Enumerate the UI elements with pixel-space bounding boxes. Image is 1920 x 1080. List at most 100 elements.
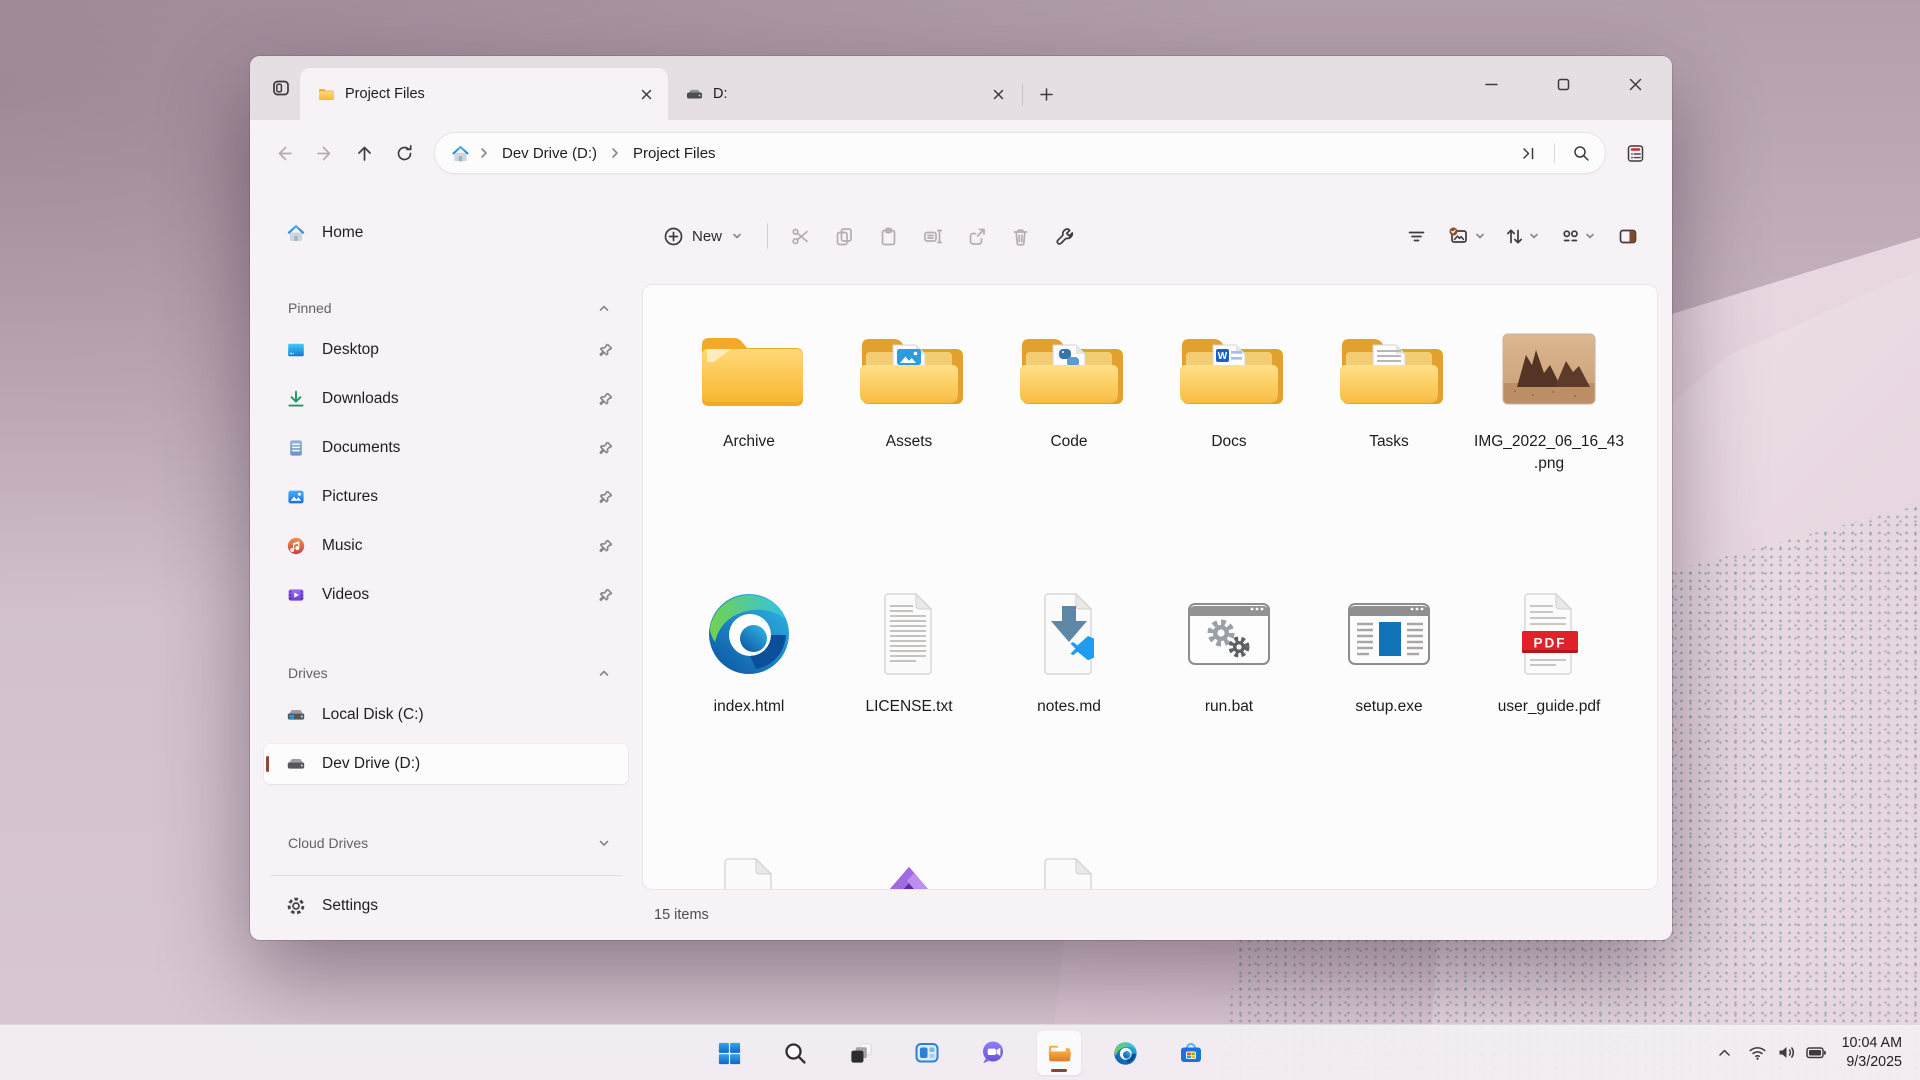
tab-close-icon[interactable] [984,80,1012,108]
breadcrumb-drive[interactable]: Dev Drive (D:) [498,142,601,165]
sidebar-item-videos[interactable]: Videos [264,575,628,615]
file-tile[interactable] [989,845,1149,890]
file-tile[interactable]: run.bat [1149,580,1309,845]
wifi-icon [1747,1042,1768,1063]
view-button[interactable] [1550,216,1606,256]
file-icon [1169,321,1289,417]
sidebar-section-cloud-drives[interactable]: Cloud Drives [264,821,628,865]
details-pane-toggle[interactable] [1606,216,1650,256]
sidebar-item-local-disk-c[interactable]: Local Disk (C:) [264,695,628,735]
new-button[interactable]: New [650,216,757,256]
file-tile[interactable]: LICENSE.txt [829,580,989,845]
maximize-button[interactable] [1540,56,1586,112]
file-tile[interactable] [829,845,989,890]
status-bar: 15 items [642,890,1658,940]
start-button[interactable] [707,1031,751,1075]
tab-project-files[interactable]: Project Files [300,68,668,120]
sidebar-item-documents[interactable]: Documents [264,428,628,468]
edge-button[interactable] [1103,1031,1147,1075]
address-bar[interactable]: Dev Drive (D:) Project Files [434,132,1606,174]
forward-button[interactable] [304,133,344,173]
go-to-address-icon[interactable] [1510,136,1546,170]
chat-button[interactable] [971,1031,1015,1075]
file-tile[interactable]: IMG_2022_06_16_43.png [1469,315,1629,580]
up-button[interactable] [344,133,384,173]
drive-icon [686,86,703,103]
chevron-up-icon[interactable] [596,665,612,681]
copy-button[interactable] [822,216,866,256]
file-icon [689,321,809,417]
thumbnail-view-button[interactable] [1438,216,1494,256]
tab-title: D: [713,86,728,102]
file-name: setup.exe [1355,696,1422,718]
file-tile[interactable]: Code [989,315,1149,580]
file-tile[interactable]: Archive [669,315,829,580]
sidebar-section-pinned[interactable]: Pinned [264,286,628,330]
minimize-button[interactable] [1468,56,1514,112]
file-tile[interactable]: setup.exe [1309,580,1469,845]
content-pane: New [642,186,1672,940]
rename-button[interactable] [910,216,954,256]
file-tile[interactable]: Tasks [1309,315,1469,580]
sidebar: Home Pinned Desktop [250,186,642,940]
chevron-down-icon[interactable] [596,835,612,851]
refresh-button[interactable] [384,133,424,173]
chevron-up-icon[interactable] [596,300,612,316]
gear-icon [286,896,306,916]
sidebar-item-home[interactable]: Home [264,213,628,253]
new-tab-button[interactable] [1029,77,1063,111]
store-icon [1177,1039,1205,1067]
clock-date: 9/3/2025 [1842,1053,1902,1072]
file-explorer-button[interactable] [1037,1031,1081,1075]
search-taskbar-button[interactable] [773,1031,817,1075]
chevron-down-icon [1474,230,1486,242]
file-tile[interactable]: Docs [1149,315,1309,580]
file-tile[interactable]: notes.md [989,580,1149,845]
task-view-button[interactable] [839,1031,883,1075]
quick-settings[interactable] [1740,1033,1834,1073]
file-tile[interactable]: Assets [829,315,989,580]
file-name: index.html [714,696,785,718]
file-tile[interactable]: user_guide.pdf [1469,580,1629,845]
file-icon [1489,321,1609,417]
dev-drive-icon [286,754,306,774]
home-icon[interactable] [451,144,470,163]
back-button[interactable] [264,133,304,173]
tools-wrench-button[interactable] [1042,216,1086,256]
sidebar-item-music[interactable]: Music [264,526,628,566]
selection-indicator [266,756,269,772]
desktop-icon [286,340,306,360]
store-button[interactable] [1169,1031,1213,1075]
sidebar-item-settings[interactable]: Settings [264,886,628,926]
cut-button[interactable] [778,216,822,256]
search-icon[interactable] [1563,136,1599,170]
details-list-icon[interactable] [1614,133,1656,173]
tab-close-icon[interactable] [632,80,660,108]
sidebar-section-drives[interactable]: Drives [264,651,628,695]
hidden-icons-chevron[interactable] [1709,1033,1740,1073]
sidebar-label: Desktop [322,341,582,359]
section-label: Pinned [288,300,332,316]
close-button[interactable] [1612,56,1658,112]
paste-button[interactable] [866,216,910,256]
clock[interactable]: 10:04 AM 9/3/2025 [1834,1034,1912,1072]
documents-icon [286,438,306,458]
sort-button[interactable] [1494,216,1550,256]
sidebar-label: Settings [322,897,614,915]
file-tile[interactable] [669,845,829,890]
widgets-button[interactable] [905,1031,949,1075]
file-tile[interactable]: index.html [669,580,829,845]
delete-button[interactable] [998,216,1042,256]
breadcrumb-folder[interactable]: Project Files [629,142,720,165]
sidebar-item-desktop[interactable]: Desktop [264,330,628,370]
sidebar-item-downloads[interactable]: Downloads [264,379,628,419]
pin-icon [598,440,614,456]
tab-layout-icon[interactable] [262,69,300,107]
tab-drive-d[interactable]: D: [668,68,1020,120]
task-view-icon [848,1040,875,1067]
filter-button[interactable] [1394,216,1438,256]
share-button[interactable] [954,216,998,256]
sidebar-item-pictures[interactable]: Pictures [264,477,628,517]
navigation-bar: Dev Drive (D:) Project Files [250,120,1672,186]
sidebar-item-dev-drive-d[interactable]: Dev Drive (D:) [264,744,628,784]
